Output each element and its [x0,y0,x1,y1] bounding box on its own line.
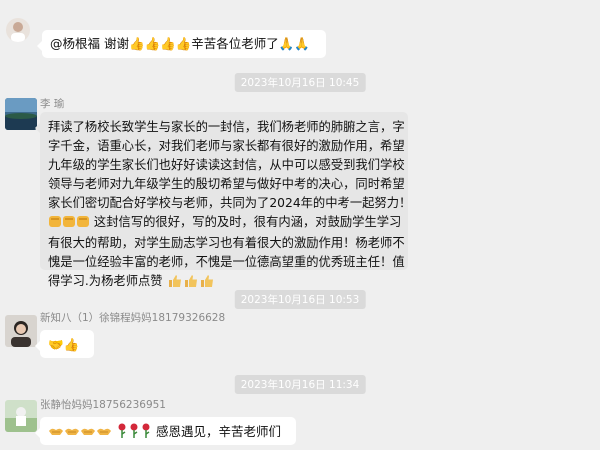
message-text: 感恩遇见，辛苦老师们 [155,424,281,439]
message-text: 🤝👍 [48,337,80,352]
timestamp: 2023年10月16日 11:34 [234,375,366,394]
message-line: 愧是一位经验丰富的老师，不愧是一位德高望重的优秀班主任！值 [48,255,405,269]
message-line: 这封信写的很好，写的及时，很有内涵，对鼓励学生学习 [93,215,402,229]
handshake-icon [80,424,96,443]
timestamp: 2023年10月16日 10:45 [234,73,366,92]
message-text: @杨根福 谢谢👍👍👍👍辛苦各位老师了🙏🙏 [50,36,310,51]
handshake-icon [64,424,80,443]
message-line: 领导与老师对九年级学生的殷切希望与做好中考的决心，同时希望 [48,177,405,191]
avatar[interactable] [6,18,30,42]
message-line: 拜读了杨校长致学生与家长的一封信，我们杨老师的肺腑之言，字 [48,120,405,134]
message-bubble[interactable]: 感恩遇见，辛苦老师们 [35,417,296,445]
avatar[interactable] [5,98,37,130]
message-bubble[interactable]: 拜读了杨校长致学生与家长的一封信，我们杨老师的肺腑之言，字 字千金，语重心长，对… [35,112,412,288]
message-bubble[interactable]: 🤝👍 [35,330,94,358]
rose-icon [116,423,128,443]
rose-icon [128,423,140,443]
message-bubble[interactable]: @杨根福 谢谢👍👍👍👍辛苦各位老师了🙏🙏 [37,30,326,58]
sender-name: 新知八（1）徐锦程妈妈18179326628 [40,312,226,324]
message-line: 家长们密切配合好学校与老师，共同为了2024年的中考一起努力！ [48,196,412,210]
sender-name: 张静怡妈妈18756236951 [40,399,166,411]
fist-icon [48,214,62,234]
handshake-icon [48,424,64,443]
message-line: 得学习.为杨老师点赞 [48,274,163,288]
avatar[interactable] [5,315,37,347]
message-line: 九年级的学生家长们也好好读读这封信，从中可以感受到我们学校 [48,158,405,172]
rose-icon [140,423,152,443]
avatar[interactable] [5,400,37,432]
thumbs-up-icon [200,274,214,288]
sender-name: 李 瑜 [40,98,65,110]
thumbs-up-icon [168,274,182,288]
fist-icon [62,214,76,234]
message-line: 有很大的帮助，对学生励志学习也有着很大的激励作用！杨老师不 [48,236,405,250]
message-line: 字千金，语重心长，对我们老师与家长都有很好的激励作用，希望 [48,139,405,153]
fist-icon [76,214,90,234]
handshake-icon [96,424,112,443]
timestamp: 2023年10月16日 10:53 [234,290,366,309]
thumbs-up-icon [184,274,198,288]
